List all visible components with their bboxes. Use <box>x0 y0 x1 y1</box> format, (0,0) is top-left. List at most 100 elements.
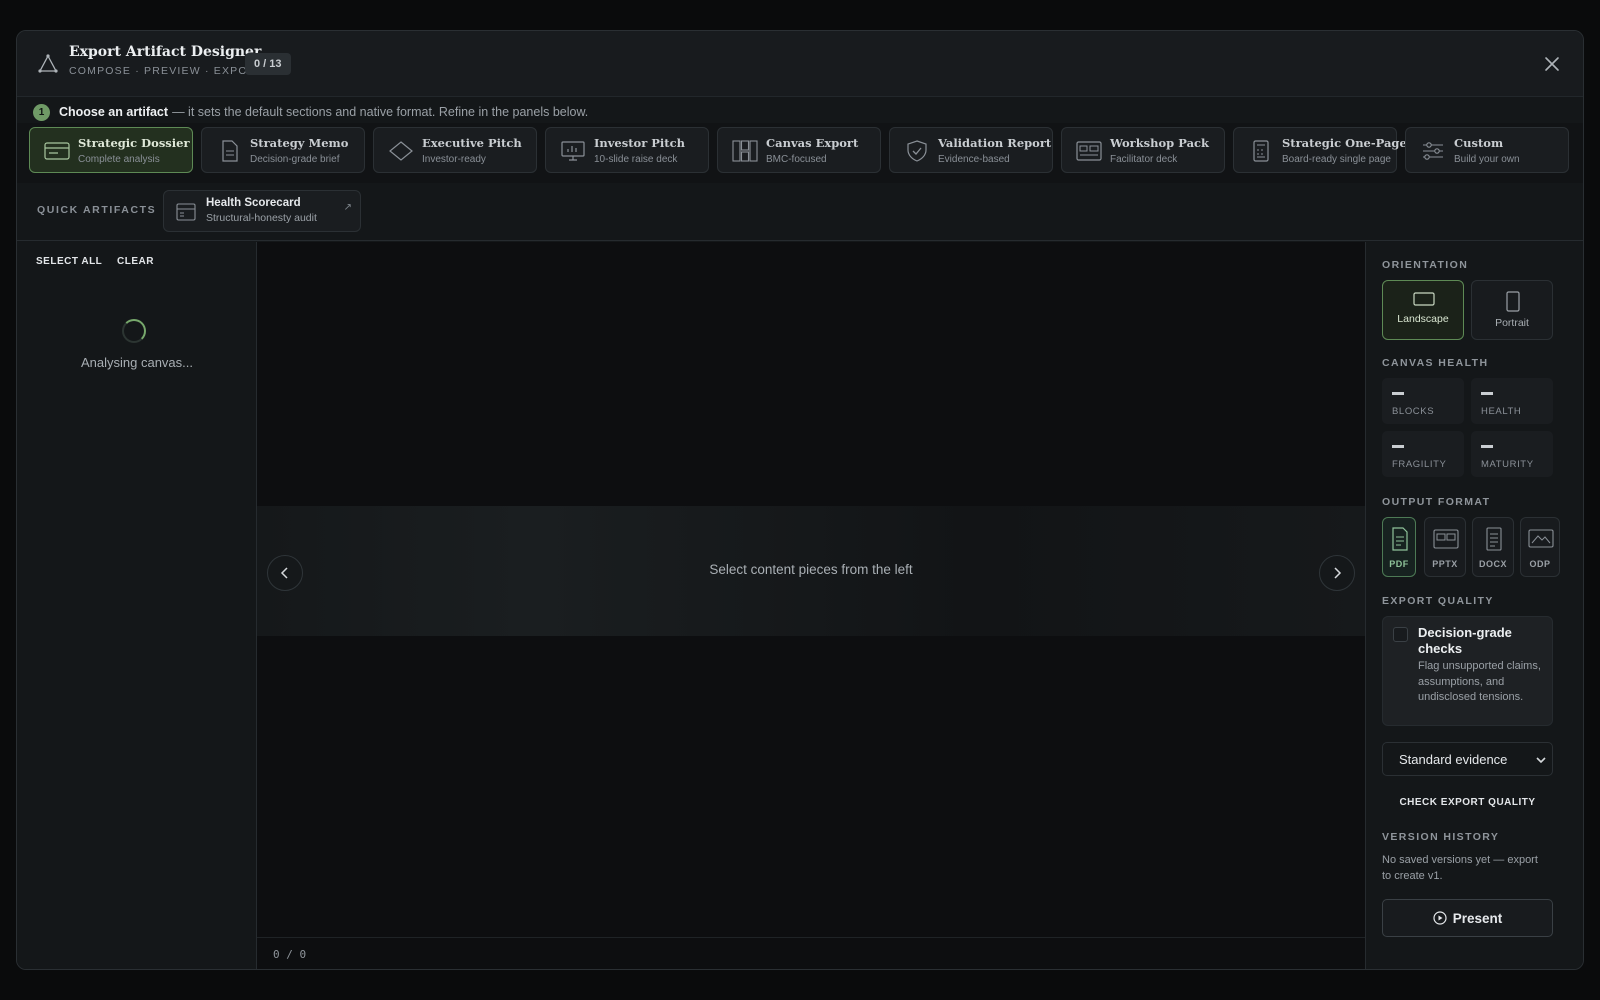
scorecard-icon <box>176 203 196 221</box>
artifact-card-validation-report[interactable]: Validation Report Evidence-based <box>889 127 1053 173</box>
previous-slide-button[interactable] <box>267 555 303 591</box>
decision-grade-title: Decision-grade checks <box>1418 625 1512 656</box>
modal-title: Export Artifact Designer <box>69 44 262 60</box>
artifact-subtitle: 10-slide raise deck <box>594 154 678 165</box>
document-icon <box>222 140 238 162</box>
metric-value-empty <box>1481 392 1493 395</box>
step-number-badge: 1 <box>33 103 50 121</box>
workshop-icon <box>1076 141 1102 161</box>
artifact-subtitle: Decision-grade brief <box>250 154 340 165</box>
chevron-down-icon <box>1536 757 1546 764</box>
metric-value-empty <box>1481 445 1493 448</box>
slide-pager: 0 / 0 <box>273 948 307 961</box>
export-settings-panel: ORIENTATION Landscape Portrait CANVAS HE… <box>1365 242 1583 969</box>
analysis-status: Analysing canvas... <box>80 355 193 370</box>
quick-artifact-health-scorecard[interactable]: Health Scorecard Structural-honesty audi… <box>163 190 361 232</box>
select-all-button[interactable]: SELECT ALL <box>36 256 102 267</box>
metric-label: MATURITY <box>1481 459 1534 470</box>
check-export-quality-button[interactable]: CHECK EXPORT QUALITY <box>1382 797 1553 808</box>
health-metric-health: HEALTH <box>1471 378 1553 424</box>
orientation-portrait-button[interactable]: Portrait <box>1471 280 1553 340</box>
orientation-label: Portrait <box>1495 317 1529 329</box>
artifact-card-canvas-export[interactable]: Canvas Export BMC-focused <box>717 127 881 173</box>
presentation-icon <box>561 141 585 161</box>
artifact-subtitle: Evidence-based <box>938 154 1010 165</box>
present-label: Present <box>1452 910 1503 926</box>
pptx-slides-icon <box>1433 529 1459 549</box>
canvas-grid-icon <box>732 140 758 162</box>
metric-value-empty <box>1392 392 1404 395</box>
metric-label: HEALTH <box>1481 406 1522 417</box>
artifact-title: Strategic One-Pager <box>1282 136 1413 150</box>
step-heading: Choose an artifact <box>59 105 169 119</box>
artifact-subtitle: BMC-focused <box>766 154 827 165</box>
clear-button[interactable]: CLEAR <box>117 256 154 267</box>
triangle-nodes-icon <box>38 54 58 73</box>
modal-header: Export Artifact Designer COMPOSE · PREVI… <box>17 31 1583 97</box>
next-slide-button[interactable] <box>1319 555 1355 591</box>
preview-area: Select content pieces from the left 0 / … <box>257 242 1365 969</box>
canvas-health-heading: CANVAS HEALTH <box>1382 357 1489 369</box>
artifact-subtitle: Investor-ready <box>422 154 486 165</box>
preview-placeholder: Select content pieces from the left <box>709 562 913 577</box>
quick-artifact-title: Health Scorecard <box>206 197 301 209</box>
shield-check-icon <box>907 140 927 162</box>
present-button[interactable]: Present <box>1382 899 1553 937</box>
close-icon[interactable] <box>1541 53 1563 75</box>
modal-subtitle: COMPOSE · PREVIEW · EXPORT <box>69 65 264 77</box>
evidence-level-value: Standard evidence <box>1399 752 1508 767</box>
quick-artifacts-label: QUICK ARTIFACTS <box>37 204 157 216</box>
export-quality-heading: EXPORT QUALITY <box>1382 595 1494 607</box>
loading-spinner-icon <box>122 319 146 343</box>
format-pptx-button[interactable]: PPTX <box>1424 517 1466 577</box>
output-format-heading: OUTPUT FORMAT <box>1382 496 1491 508</box>
artifact-title: Custom <box>1454 136 1504 150</box>
artifact-subtitle: Build your own <box>1454 154 1520 165</box>
decision-grade-checks-option[interactable]: Decision-grade checks Flag unsupported c… <box>1382 616 1553 726</box>
artifact-card-strategy-memo[interactable]: Strategy Memo Decision-grade brief <box>201 127 365 173</box>
format-pdf-button[interactable]: PDF <box>1382 517 1416 577</box>
artifact-card-custom[interactable]: Custom Build your own <box>1405 127 1569 173</box>
health-metric-fragility: FRAGILITY <box>1382 431 1464 477</box>
odp-image-icon <box>1528 529 1554 548</box>
health-metric-blocks: BLOCKS <box>1382 378 1464 424</box>
artifact-card-strategic-one-pager[interactable]: Strategic One-Pager Board-ready single p… <box>1233 127 1413 173</box>
evidence-level-select[interactable]: Standard evidence <box>1382 742 1553 776</box>
diamond-icon <box>389 141 413 161</box>
metric-value-empty <box>1392 445 1404 448</box>
external-arrow-icon: ↗ <box>343 202 352 213</box>
artifact-title: Canvas Export <box>766 136 859 150</box>
docx-file-icon <box>1486 527 1502 551</box>
format-label: DOCX <box>1478 559 1507 569</box>
chevron-left-icon <box>280 567 288 579</box>
decision-grade-checkbox[interactable] <box>1393 627 1408 642</box>
artifact-title: Strategy Memo <box>250 136 349 150</box>
artifact-subtitle: Complete analysis <box>78 154 160 165</box>
play-circle-icon <box>1433 911 1447 925</box>
calculator-page-icon <box>1253 140 1269 162</box>
orientation-landscape-button[interactable]: Landscape <box>1382 280 1464 340</box>
format-odp-button[interactable]: ODP <box>1520 517 1560 577</box>
artifact-title: Workshop Pack <box>1110 136 1209 150</box>
decision-grade-description: Flag unsupported claims, assumptions, an… <box>1418 660 1541 703</box>
artifact-card-executive-pitch[interactable]: Executive Pitch Investor-ready <box>373 127 537 173</box>
step-instruction: 1 Choose an artifact — it sets the defau… <box>33 103 588 121</box>
format-label: PPTX <box>1432 559 1458 569</box>
format-docx-button[interactable]: DOCX <box>1472 517 1514 577</box>
orientation-label: Landscape <box>1397 313 1449 325</box>
version-history-text: No saved versions yet — export to create… <box>1382 854 1538 882</box>
health-metric-maturity: MATURITY <box>1471 431 1553 477</box>
export-artifact-designer-modal: Export Artifact Designer COMPOSE · PREVI… <box>16 30 1584 970</box>
sliders-icon <box>1423 142 1443 160</box>
selection-count-badge: 0 / 13 <box>245 53 291 75</box>
artifact-title: Strategic Dossier <box>78 136 190 150</box>
artifact-title: Validation Report <box>938 136 1052 150</box>
step-description: — it sets the default sections and nativ… <box>172 105 589 119</box>
metric-label: FRAGILITY <box>1392 459 1447 470</box>
artifact-card-workshop-pack[interactable]: Workshop Pack Facilitator deck <box>1061 127 1225 173</box>
artifact-card-strategic-dossier[interactable]: Strategic Dossier Complete analysis <box>29 127 193 173</box>
artifact-card-investor-pitch[interactable]: Investor Pitch 10-slide raise deck <box>545 127 709 173</box>
artifact-selector: Strategic Dossier Complete analysis Stra… <box>17 123 1583 183</box>
format-label: PDF <box>1389 559 1409 569</box>
landscape-icon <box>1413 292 1435 306</box>
